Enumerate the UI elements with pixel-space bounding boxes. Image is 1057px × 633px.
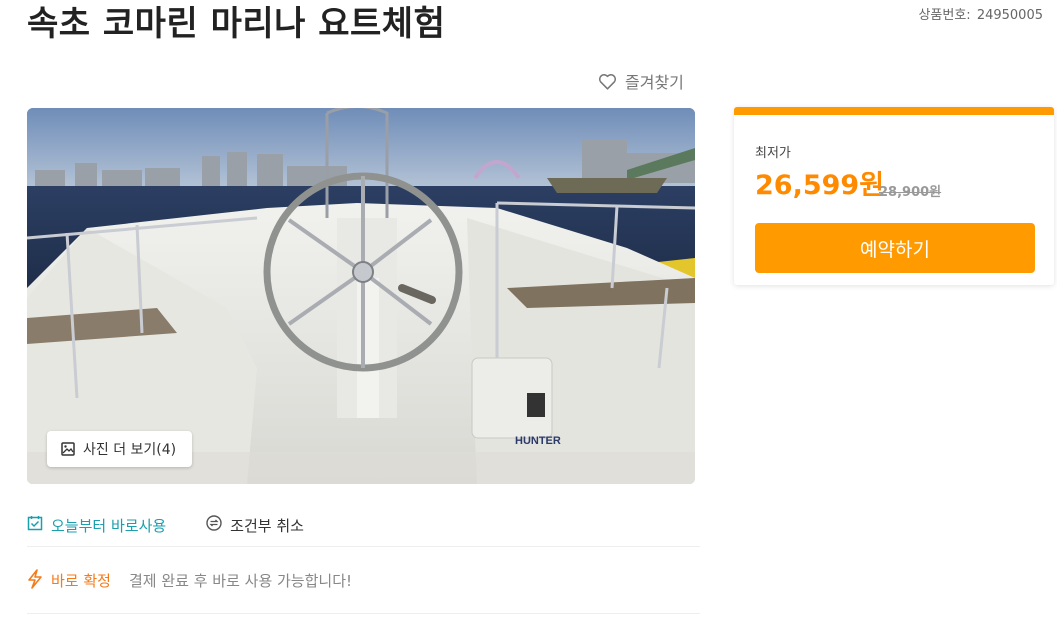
product-number-value: 24950005 [976,8,1043,23]
product-number: 상품번호: 24950005 [916,4,1043,23]
original-price: 28,900원 [879,185,942,200]
more-photos-button[interactable]: 사진 더 보기(4) [47,431,193,467]
feature-conditional-cancel: 조건부 취소 [206,515,304,536]
feature-list: 오늘부터 바로사용 조건부 취소 [27,504,700,547]
instant-confirm-row: 바로 확정 결제 완료 후 바로 사용 가능합니다! [27,548,700,614]
more-photos-label: 사진 더 보기(4) [83,442,177,458]
product-number-label: 상품번호: [918,8,971,23]
instant-confirm-label: 바로 확정 [51,572,111,590]
favorite-button[interactable]: 즐겨찾기 [598,69,684,93]
feature-today-label: 오늘부터 바로사용 [51,516,167,535]
instant-confirm-desc: 결제 완료 후 바로 사용 가능합니다! [128,572,353,590]
favorite-label: 즐겨찾기 [625,73,684,92]
sale-price: 26,599원 [755,170,885,201]
lightning-icon [27,568,43,593]
page-title: 속초 코마린 마리나 요트체험 [27,4,446,44]
product-photo[interactable]: HUNTER 사진 더 보기(4) [27,108,695,484]
lowest-price-label: 최저가 [755,146,791,161]
price-card: 최저가 26,599원 28,900원 예약하기 [734,107,1054,285]
photo-brand-text: HUNTER [515,435,561,447]
image-icon [61,442,75,456]
book-button[interactable]: 예약하기 [755,223,1035,273]
heart-outline-icon [598,73,617,90]
exchange-icon [206,515,222,535]
calendar-check-icon [27,515,43,535]
feature-cancel-label: 조건부 취소 [230,516,304,535]
feature-today-use: 오늘부터 바로사용 [27,515,166,536]
